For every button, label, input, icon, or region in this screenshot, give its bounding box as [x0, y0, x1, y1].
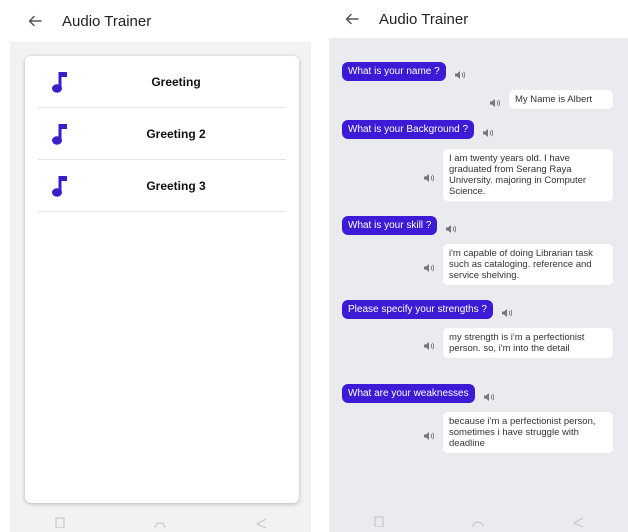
speaker-icon[interactable]	[445, 221, 457, 233]
speaker-icon[interactable]	[483, 389, 495, 401]
speaker-icon[interactable]	[423, 338, 435, 350]
list-item-greeting-2[interactable]: Greeting 2	[38, 108, 286, 160]
speaker-icon[interactable]	[501, 305, 513, 317]
answer-row: i'm capable of doing Librarian task such…	[423, 244, 613, 285]
list-item-label: Greeting 2	[146, 126, 206, 141]
triangle-back-icon[interactable]	[570, 515, 586, 527]
list-item-label: Greeting 3	[146, 178, 206, 193]
speaker-icon[interactable]	[482, 125, 494, 137]
question-bubble[interactable]: What is your Background ?	[342, 120, 475, 139]
answer-row: My Name is Albert	[489, 90, 613, 109]
speaker-icon[interactable]	[454, 67, 466, 79]
content-area: Greeting Greeting 2 Greeting 3	[10, 42, 311, 512]
question-bubble[interactable]: What is your skill ?	[342, 216, 438, 235]
music-note-icon	[52, 174, 70, 198]
triangle-back-icon[interactable]	[253, 516, 269, 528]
question-row: Please specify your strengths ?	[342, 300, 513, 319]
app-bar: Audio Trainer	[329, 0, 628, 38]
circle-icon[interactable]	[470, 515, 486, 527]
right-screen: Audio Trainer What is your name ? My Nam…	[329, 0, 628, 532]
speaker-icon[interactable]	[423, 260, 435, 272]
question-row: What is your skill ?	[342, 216, 457, 235]
answer-bubble: My Name is Albert	[509, 90, 613, 109]
circle-icon[interactable]	[152, 516, 168, 528]
page-title: Audio Trainer	[62, 12, 152, 30]
app-bar: Audio Trainer	[10, 0, 311, 42]
question-bubble[interactable]: What is your name ?	[342, 62, 446, 81]
answer-bubble: I am twenty years old. I have graduated …	[443, 149, 613, 201]
left-screen: Audio Trainer Greeting Greeting 2 Greeti…	[10, 0, 311, 532]
system-nav-bar	[329, 510, 628, 532]
question-row: What is your Background ?	[342, 120, 494, 139]
music-note-icon	[52, 122, 70, 146]
answer-row: my strength is i'm a perfectionist perso…	[423, 328, 613, 358]
square-icon[interactable]	[52, 516, 68, 528]
speaker-icon[interactable]	[423, 428, 435, 440]
arrow-left-icon[interactable]	[24, 10, 46, 32]
arrow-left-icon[interactable]	[341, 8, 363, 30]
speaker-icon[interactable]	[423, 170, 435, 182]
list-item-greeting-3[interactable]: Greeting 3	[38, 160, 286, 212]
chat-area: What is your name ? My Name is Albert Wh…	[329, 38, 628, 510]
list-item-greeting[interactable]: Greeting	[38, 56, 286, 108]
question-bubble[interactable]: What are your weaknesses	[342, 384, 475, 403]
music-note-icon	[52, 70, 70, 94]
answer-bubble: my strength is i'm a perfectionist perso…	[443, 328, 613, 358]
list-item-label: Greeting	[151, 74, 201, 89]
question-row: What is your name ?	[342, 62, 466, 81]
answer-bubble: i'm capable of doing Librarian task such…	[443, 244, 613, 285]
speaker-icon[interactable]	[489, 95, 501, 107]
question-bubble[interactable]: Please specify your strengths ?	[342, 300, 493, 319]
answer-row: I am twenty years old. I have graduated …	[423, 149, 613, 201]
system-nav-bar	[10, 512, 311, 532]
question-row: What are your weaknesses	[342, 384, 495, 403]
answer-row: because i'm a perfectionist person, some…	[423, 412, 613, 453]
answer-bubble: because i'm a perfectionist person, some…	[443, 412, 613, 453]
page-title: Audio Trainer	[379, 10, 469, 28]
square-icon[interactable]	[371, 515, 387, 527]
greeting-list-card: Greeting Greeting 2 Greeting 3	[25, 56, 299, 503]
